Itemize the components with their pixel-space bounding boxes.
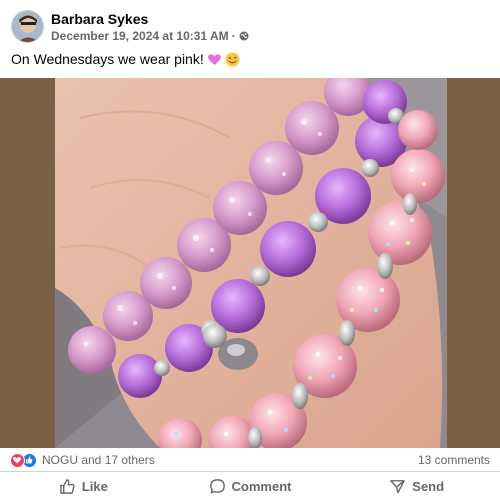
like-label: Like — [81, 479, 108, 494]
send-button[interactable]: Send — [333, 473, 500, 500]
pink-heart-emoji — [207, 53, 221, 65]
audience-globe-icon[interactable] — [239, 31, 249, 41]
winking-face-emoji — [225, 51, 240, 67]
post-actions: Like Comment Send — [0, 473, 500, 500]
author-avatar[interactable] — [11, 10, 44, 43]
meta-separator: · — [231, 29, 236, 43]
bracelets-photo — [0, 78, 500, 448]
comment-label: Comment — [231, 479, 292, 494]
post-meta: December 19, 2024 at 10:31 AM · — [51, 29, 249, 43]
post-header: Barbara Sykes December 19, 2024 at 10:31… — [0, 0, 500, 44]
post-photo[interactable] — [0, 78, 500, 448]
like-button[interactable]: Like — [0, 473, 167, 500]
post-date[interactable]: December 19, 2024 at 10:31 AM — [51, 29, 229, 43]
reaction-icons[interactable] — [10, 453, 40, 468]
send-arrow-icon — [390, 480, 406, 494]
send-label: Send — [412, 479, 445, 494]
caption-text: On Wednesdays we wear pink! — [11, 51, 204, 67]
post-caption: On Wednesdays we wear pink! — [11, 51, 240, 67]
thumbs-up-icon — [60, 479, 75, 494]
reaction-summary[interactable]: NOGU and 17 others — [42, 453, 155, 467]
comment-bubble-icon — [209, 479, 225, 494]
love-reaction-icon — [10, 453, 25, 468]
author-name[interactable]: Barbara Sykes — [51, 11, 148, 27]
reactions-row: NOGU and 17 others 13 comments — [0, 448, 500, 472]
comment-button[interactable]: Comment — [167, 473, 334, 500]
comments-count[interactable]: 13 comments — [418, 453, 490, 467]
